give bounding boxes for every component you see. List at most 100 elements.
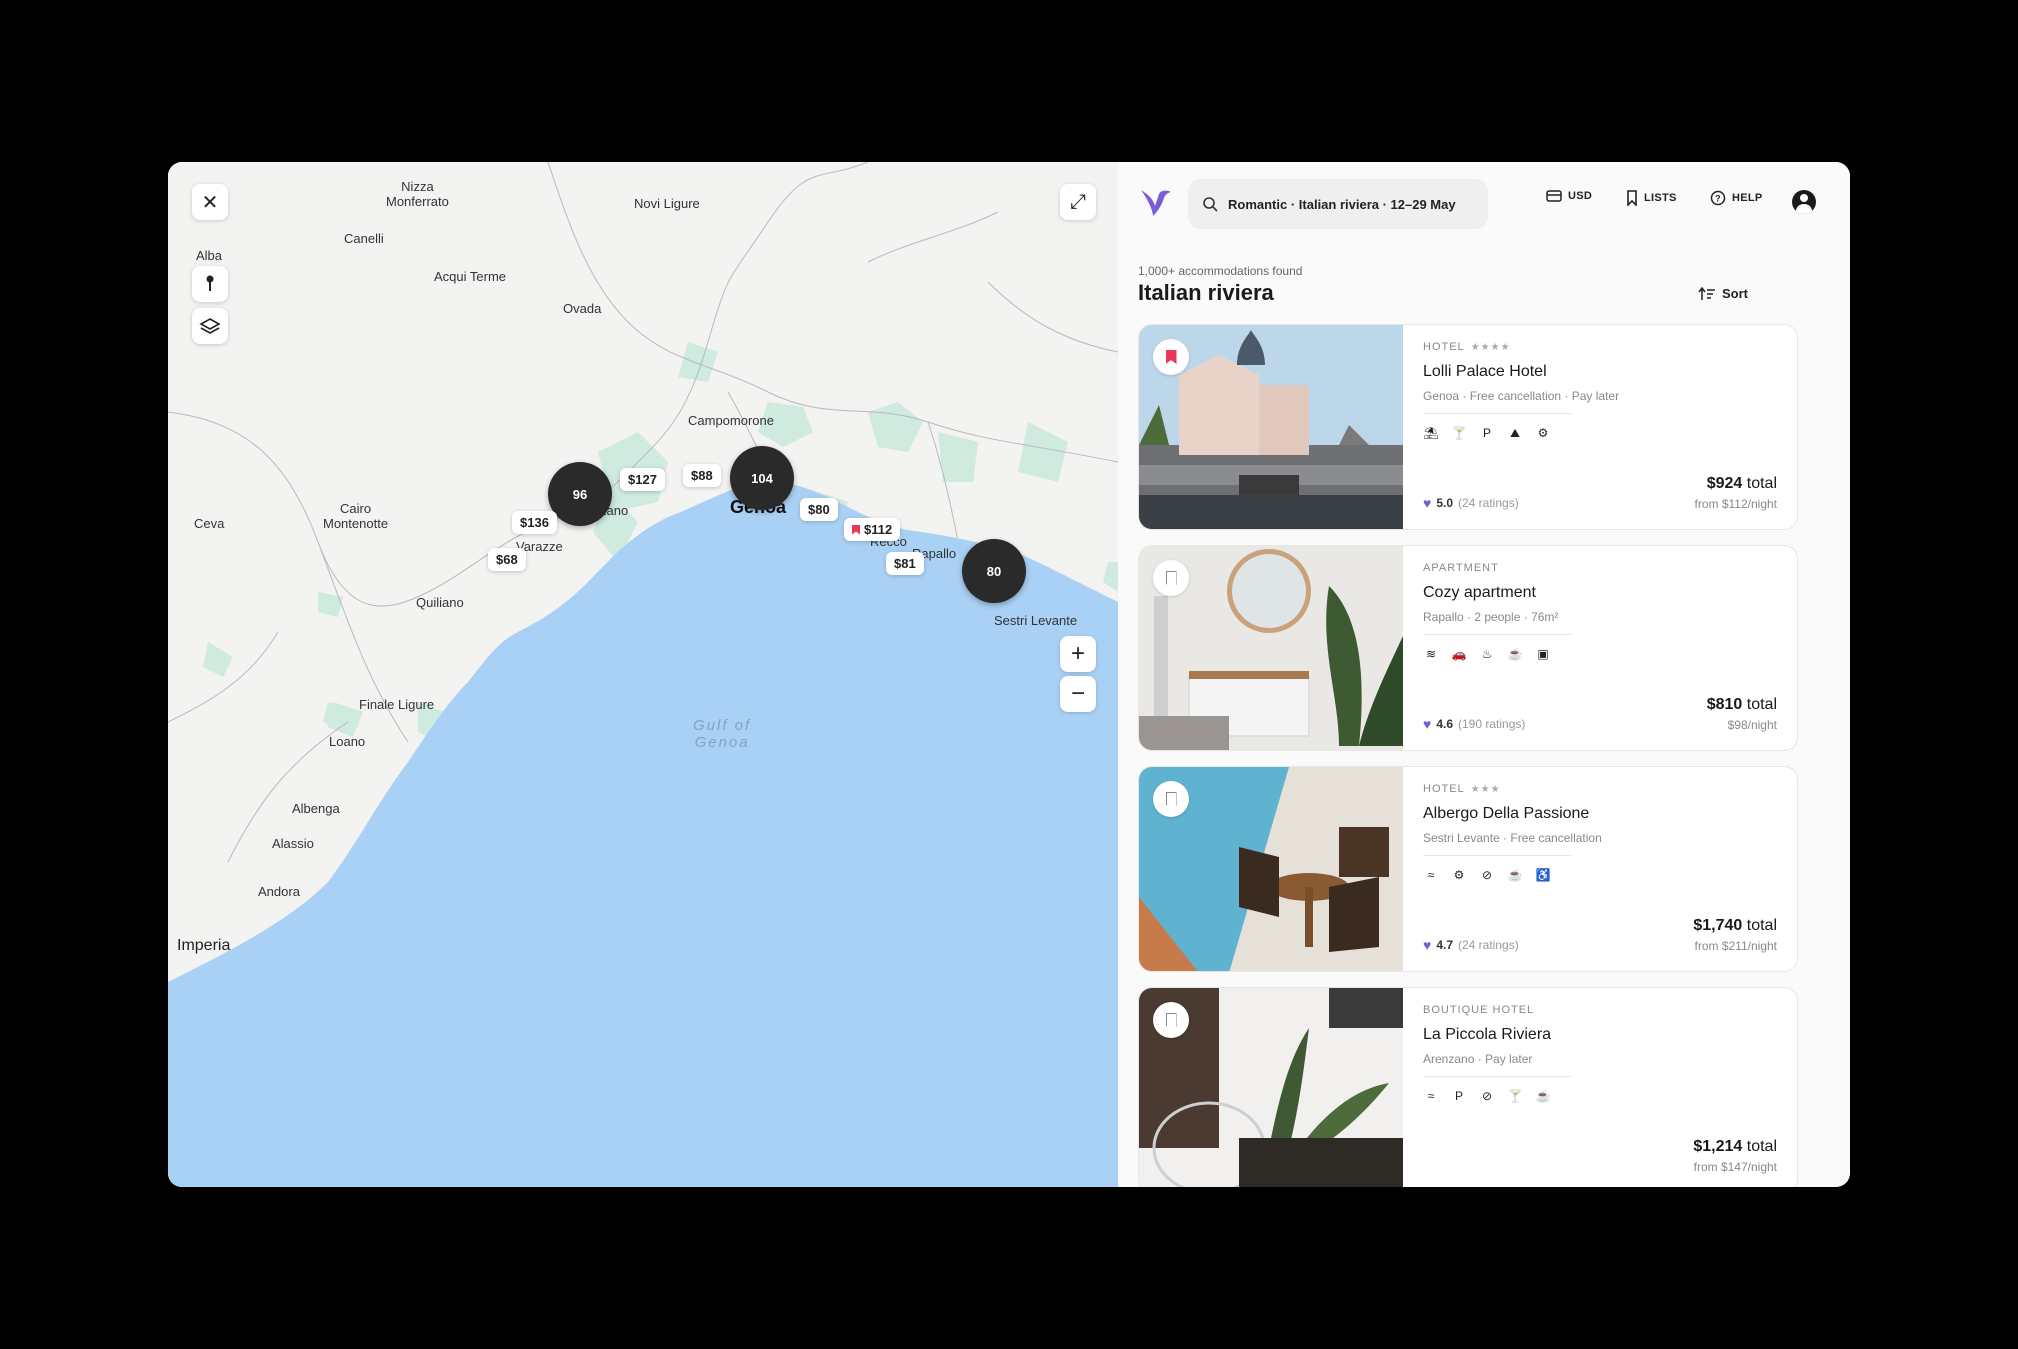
svg-text:?: ? — [1715, 194, 1721, 204]
listing-type: BOUTIQUE HOTEL — [1423, 1004, 1783, 1016]
map-label-ceva: Ceva — [194, 516, 225, 531]
price-total: $924 — [1706, 475, 1743, 492]
listing-name[interactable]: Albergo Della Passione — [1423, 805, 1783, 823]
rating-score: 4.6 — [1436, 717, 1453, 731]
save-listing-button[interactable] — [1153, 781, 1189, 817]
listing-info: APARTMENT Cozy apartment Rapallo · 2 peo… — [1423, 562, 1783, 661]
map-price-pin[interactable]: $136 — [512, 511, 557, 534]
help-label: HELP — [1732, 192, 1763, 204]
heart-icon: ♥ — [1423, 495, 1432, 511]
map-cluster[interactable]: 104 — [730, 446, 794, 510]
settings-icon: ⚙ — [1537, 426, 1549, 440]
listing-type: HOTEL ★★★ — [1423, 783, 1783, 795]
listing-name[interactable]: La Piccola Riviera — [1423, 1026, 1783, 1044]
search-query: Romantic · Italian riviera · 12–29 May — [1228, 196, 1456, 212]
beach-icon: ⛱ — [1423, 426, 1439, 440]
listing-info: BOUTIQUE HOTEL La Piccola Riviera Arenza… — [1423, 1004, 1783, 1103]
listing-photo[interactable] — [1139, 546, 1403, 750]
map-price-pin[interactable]: $81 — [886, 552, 924, 575]
listing-card[interactable]: BOUTIQUE HOTEL La Piccola Riviera Arenza… — [1138, 987, 1798, 1187]
expand-map-button[interactable]: ⤢ — [1060, 184, 1096, 220]
listing-meta: Sestri Levante · Free cancellation — [1423, 831, 1602, 845]
price-pin-label: $88 — [691, 468, 713, 483]
listing-type: APARTMENT — [1423, 562, 1783, 574]
price-per-night: from $147/night — [1693, 1160, 1777, 1174]
zoom-out-button[interactable]: − — [1060, 676, 1096, 712]
rating-count: (190 ratings) — [1458, 717, 1526, 731]
map-price-pin[interactable]: $127 — [620, 468, 665, 491]
listing-card[interactable]: HOTEL ★★★★ Lolli Palace Hotel Genoa · Fre… — [1138, 324, 1798, 530]
lists-label: LISTS — [1644, 192, 1677, 204]
rating-count: (24 ratings) — [1458, 496, 1519, 510]
coffee-icon: ☕ — [1507, 868, 1523, 882]
top-bar: Romantic · Italian riviera · 12–29 May U… — [1118, 162, 1850, 242]
hummingbird-logo-icon[interactable] — [1137, 184, 1173, 220]
settings-icon: ⚙ — [1453, 868, 1465, 882]
rating: ♥ 4.7 (24 ratings) — [1423, 937, 1519, 953]
amenity-icons: ≈ ⚙ ⊘ ☕ ♿ — [1423, 868, 1783, 882]
listing-list: HOTEL ★★★★ Lolli Palace Hotel Genoa · Fre… — [1138, 324, 1798, 1187]
listing-meta: Genoa · Free cancellation · Pay later — [1423, 389, 1620, 403]
map-price-pin[interactable]: $68 — [488, 548, 526, 571]
listing-name[interactable]: Cozy apartment — [1423, 584, 1783, 602]
search-icon — [1203, 197, 1218, 212]
close-map-button[interactable]: ✕ — [192, 184, 228, 220]
map-price-pin-saved[interactable]: $112 — [844, 518, 901, 541]
currency-button[interactable]: USD — [1546, 190, 1592, 202]
price-pin-label: $81 — [894, 556, 916, 571]
map-panel[interactable]: Nizza Monferrato Novi Ligure Canelli Alb… — [168, 162, 1118, 1187]
pool-icon: ≈ — [1427, 868, 1435, 882]
map-price-pin[interactable]: $80 — [800, 498, 838, 521]
listing-photo[interactable] — [1139, 325, 1403, 529]
map-cluster[interactable]: 96 — [548, 462, 612, 526]
no-smoking-icon: ⊘ — [1481, 868, 1493, 882]
map-label-acqui: Acqui Terme — [434, 269, 507, 284]
amenity-icons: ≋ 🚗 ♨ ☕ ▣ — [1423, 647, 1783, 661]
map-price-pin[interactable]: $88 — [683, 464, 721, 487]
save-listing-button[interactable] — [1153, 1002, 1189, 1038]
bookmark-icon — [1165, 1013, 1177, 1027]
star-rating: ★★★ — [1470, 783, 1501, 795]
property-type: HOTEL — [1423, 783, 1465, 795]
help-button[interactable]: ? HELP — [1710, 190, 1763, 206]
price-total-suffix: total — [1746, 696, 1777, 713]
accessible-icon: ♿ — [1535, 868, 1551, 882]
listing-type: HOTEL ★★★★ — [1423, 341, 1783, 353]
price-total-suffix: total — [1746, 917, 1777, 934]
star-rating: ★★★★ — [1470, 341, 1511, 353]
mountain-icon: ⛰ — [1509, 426, 1521, 440]
save-listing-button[interactable] — [1153, 560, 1189, 596]
listing-card[interactable]: APARTMENT Cozy apartment Rapallo · 2 peo… — [1138, 545, 1798, 751]
rating-score: 5.0 — [1436, 496, 1453, 510]
divider — [1423, 634, 1571, 635]
listing-price: $1,740 total from $211/night — [1693, 917, 1777, 953]
map-label-alassio: Alassio — [272, 836, 314, 851]
zoom-in-button[interactable]: + — [1060, 636, 1096, 672]
listing-meta: Rapallo · 2 people · 76m² — [1423, 610, 1559, 624]
user-avatar-icon[interactable] — [1792, 190, 1816, 214]
map-label-canelli: Canelli — [344, 231, 384, 246]
listing-photo[interactable] — [1139, 988, 1403, 1187]
bookmark-icon — [1627, 190, 1637, 206]
sort-label: Sort — [1722, 286, 1748, 301]
coffee-icon: ☕ — [1507, 647, 1523, 661]
map-cluster[interactable]: 80 — [962, 539, 1026, 603]
listing-name[interactable]: Lolli Palace Hotel — [1423, 363, 1783, 381]
currency-label: USD — [1568, 190, 1593, 202]
bookmark-icon — [1165, 571, 1177, 585]
listing-photo[interactable] — [1139, 767, 1403, 971]
save-listing-button[interactable] — [1153, 339, 1189, 375]
rating: ♥ 4.6 (190 ratings) — [1423, 716, 1525, 732]
location-pin-button[interactable] — [192, 266, 228, 302]
results-count: 1,000+ accommodations found — [1138, 264, 1303, 278]
lists-button[interactable]: LISTS — [1626, 190, 1677, 206]
sort-icon — [1698, 286, 1715, 300]
map-label-finale: Finale Ligure — [359, 697, 435, 712]
divider — [1423, 855, 1571, 856]
rating-score: 4.7 — [1436, 938, 1453, 952]
price-pin-label: $112 — [864, 522, 893, 537]
listing-card[interactable]: HOTEL ★★★ Albergo Della Passione Sestri L… — [1138, 766, 1798, 972]
search-bar[interactable]: Romantic · Italian riviera · 12–29 May — [1188, 179, 1488, 229]
layers-button[interactable] — [192, 308, 228, 344]
sort-button[interactable]: Sort — [1698, 286, 1748, 301]
